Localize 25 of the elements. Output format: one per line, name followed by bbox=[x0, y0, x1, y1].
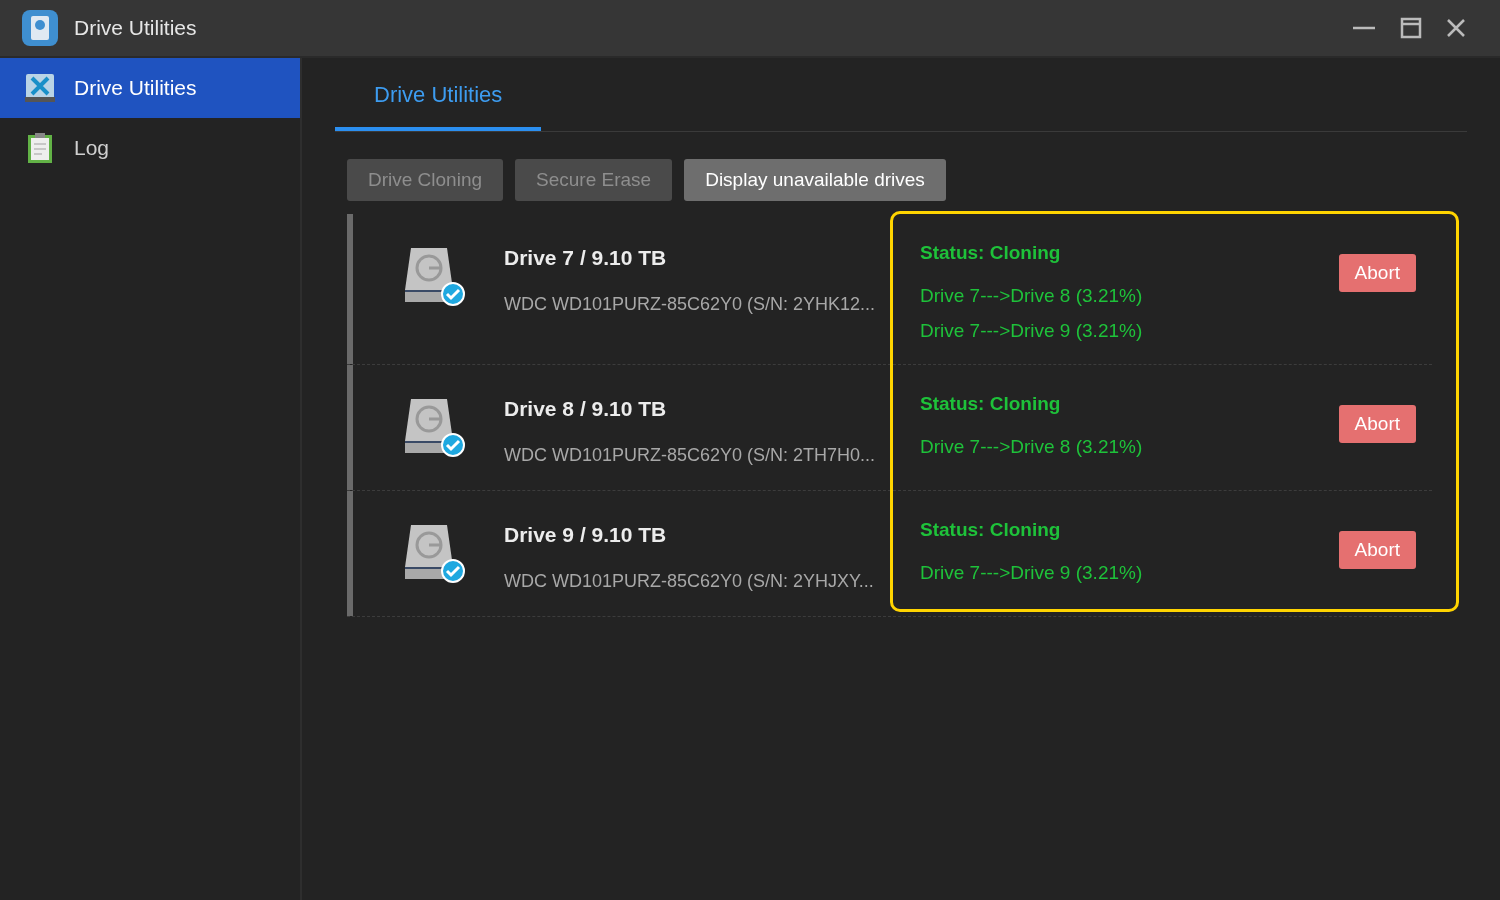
abort-button[interactable]: Abort bbox=[1338, 531, 1416, 569]
drive-title: Drive 7 / 9.10 TB bbox=[504, 245, 668, 271]
clone-route-text: Drive 7--->Drive 8 (3.21%) bbox=[920, 434, 1144, 459]
maximize-icon[interactable] bbox=[1400, 17, 1422, 39]
tab[interactable]: Drive Utilities bbox=[335, 58, 542, 131]
sidebar-item[interactable]: Log bbox=[0, 118, 300, 178]
status-text: Status: Cloning bbox=[920, 518, 1062, 542]
abort-button[interactable]: Abort bbox=[1338, 405, 1416, 443]
drive-model: WDC WD101PURZ-85C62Y0 (S/N: 2YHJXY... bbox=[504, 569, 874, 593]
clone-route-text: Drive 7--->Drive 9 (3.21%) bbox=[920, 560, 1144, 585]
sidebar-item[interactable]: Drive Utilities bbox=[0, 58, 300, 118]
toolbar-button[interactable]: Display unavailable drives bbox=[684, 159, 946, 201]
close-icon[interactable] bbox=[1446, 18, 1466, 38]
drive-title: Drive 9 / 9.10 TB bbox=[504, 522, 668, 548]
drive-model: WDC WD101PURZ-85C62Y0 (S/N: 2YHK12... bbox=[504, 292, 876, 316]
clone-route-text: Drive 7--->Drive 8 (3.21%) bbox=[920, 283, 1144, 308]
drive-title: Drive 8 / 9.10 TB bbox=[504, 396, 668, 422]
clone-route-text: Drive 7--->Drive 9 (3.21%) bbox=[920, 319, 1144, 343]
drive-model: WDC WD101PURZ-85C62Y0 (S/N: 2TH7H0... bbox=[504, 443, 876, 467]
window-title: Drive Utilities bbox=[74, 15, 197, 42]
abort-button[interactable]: Abort bbox=[1338, 254, 1416, 292]
status-text: Status: Cloning bbox=[920, 392, 1062, 416]
drive-tools-icon bbox=[24, 72, 56, 104]
app-drive-icon bbox=[22, 10, 58, 46]
status-text: Status: Cloning bbox=[920, 241, 1062, 265]
